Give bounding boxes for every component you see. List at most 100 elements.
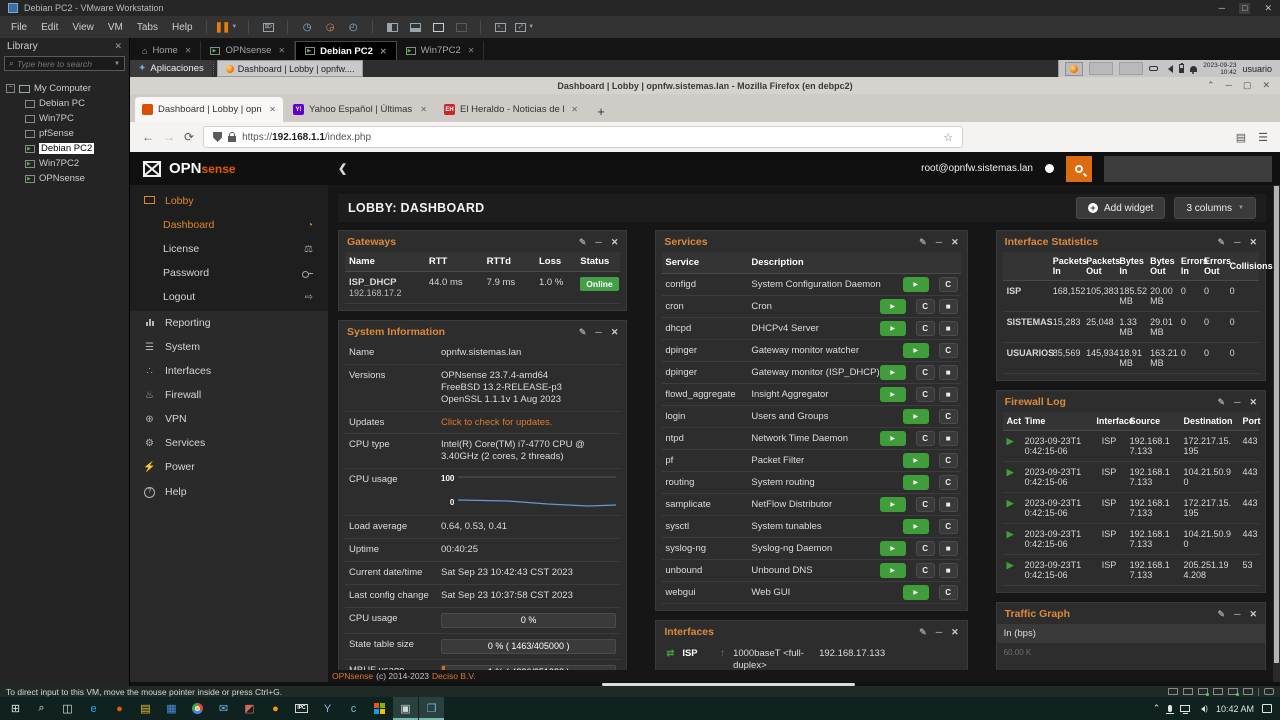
network2-icon[interactable] [1213, 688, 1223, 695]
browser-tab-heraldo[interactable]: EH El Heraldo - Noticias de Hon✕ [437, 97, 585, 122]
maximize-icon[interactable]: □ [1239, 2, 1251, 14]
close-icon[interactable]: ✕ [1249, 609, 1257, 620]
vm-tab-win7pc2[interactable]: Win7PC2✕ [397, 41, 485, 60]
search-button[interactable] [1066, 155, 1092, 182]
library-vm-item[interactable]: OPNsense [5, 171, 124, 186]
browser-tab-opnsense[interactable]: Dashboard | Lobby | opnfw.s✕ [135, 97, 283, 122]
service-running-button[interactable]: ▶ [879, 563, 906, 578]
taskbar-app-vm-window[interactable]: ❐ [419, 697, 444, 720]
service-restart-button[interactable]: C [915, 387, 935, 402]
removable-media-icon[interactable] [1149, 66, 1159, 71]
taskbar-app-photos[interactable]: ◩ [237, 697, 262, 720]
back-icon[interactable]: ← [142, 130, 154, 144]
sidebar-collapse-icon[interactable]: ❮ [338, 162, 347, 175]
menu-hamburger-icon[interactable]: ☰ [1258, 131, 1268, 144]
service-stop-button[interactable]: ■ [938, 321, 958, 336]
display-icon[interactable] [1168, 688, 1178, 695]
url-input[interactable]: https://192.168.1.1/index.php ☆ [203, 126, 964, 148]
service-running-button[interactable]: ▶ [879, 321, 906, 336]
sidebar-item-system[interactable]: ☰ System [130, 335, 328, 359]
window-list-button[interactable]: Dashboard | Lobby | opnfw.... [216, 60, 364, 77]
menu-file[interactable]: File [4, 20, 34, 35]
vm-tab-debian-pc2[interactable]: Debian PC2✕ [295, 41, 397, 60]
edit-icon[interactable]: ✎ [919, 237, 927, 248]
guest-clock[interactable]: 2023-09-23 10:42 [1203, 62, 1236, 76]
snapshot-take-button[interactable]: ◷ [297, 19, 317, 35]
snapshot-revert-button[interactable]: ◶ [320, 19, 340, 35]
stretch-button[interactable]: ⤢ ▼ [513, 19, 536, 35]
taskbar-app-search[interactable]: ⌕ [29, 697, 54, 720]
service-restart-button[interactable]: C [915, 365, 935, 380]
close-icon[interactable]: ✕ [1249, 397, 1257, 408]
sidebar-item-firewall[interactable]: ♨ Firewall [130, 383, 328, 407]
sidebar-item-license[interactable]: License ⚖ [130, 237, 328, 261]
minimize-icon[interactable]: ─ [936, 237, 942, 247]
cdrom-icon[interactable] [1183, 688, 1193, 695]
panel-applet[interactable] [1119, 62, 1144, 75]
pass-icon[interactable]: ▶ [1007, 529, 1014, 539]
service-stop-button[interactable]: ■ [938, 299, 958, 314]
browser-tab-yahoo[interactable]: Y! Yahoo Español | Últimas not✕ [286, 97, 434, 122]
service-running-button[interactable]: ▶ [879, 365, 906, 380]
service-restart-button[interactable]: C [915, 431, 935, 446]
sidebar-item-lobby[interactable]: Lobby [130, 189, 328, 213]
scrollbar-thumb[interactable] [601, 682, 855, 686]
panel-applet[interactable] [1089, 62, 1114, 75]
library-vm-item[interactable]: Debian PC2 [5, 141, 124, 156]
pass-icon[interactable]: ▶ [1007, 498, 1014, 508]
minimize-icon[interactable]: ─ [936, 627, 942, 637]
console-button[interactable]: >_ [490, 19, 510, 35]
taskbar-app-office[interactable] [367, 697, 392, 720]
library-vm-item[interactable]: pfSense [5, 126, 124, 141]
service-running-button[interactable]: ▶ [902, 475, 929, 490]
menu-vm[interactable]: VM [101, 20, 130, 35]
service-stop-button[interactable]: ■ [938, 541, 958, 556]
close-tab-icon[interactable]: ✕ [278, 46, 285, 55]
firefox-tray-icon[interactable] [1065, 61, 1084, 76]
service-stop-button[interactable]: ■ [938, 497, 958, 512]
menu-tabs[interactable]: Tabs [130, 20, 165, 35]
service-restart-button[interactable]: C [915, 541, 935, 556]
minimize-icon[interactable]: ─ [1234, 237, 1240, 247]
service-running-button[interactable]: ▶ [879, 497, 906, 512]
service-running-button[interactable]: ▶ [879, 299, 906, 314]
check-updates-link[interactable]: Click to check for updates. [441, 417, 552, 428]
fullscreen-button[interactable] [428, 19, 448, 35]
logged-in-user[interactable]: root@opnfw.sistemas.lan [921, 163, 1033, 174]
volume-icon[interactable] [1164, 64, 1174, 73]
close-icon[interactable]: ✕ [1249, 237, 1257, 248]
service-stop-button[interactable]: ■ [938, 365, 958, 380]
menu-help[interactable]: Help [165, 20, 200, 35]
message-icon[interactable] [1264, 688, 1274, 695]
service-stop-button[interactable]: ■ [938, 563, 958, 578]
sidebar-item-services[interactable]: ⚙ Services [130, 431, 328, 455]
service-running-button[interactable]: ▶ [902, 343, 929, 358]
pause-button[interactable]: ❚❚ ▼ [213, 19, 240, 35]
pass-icon[interactable]: ▶ [1007, 436, 1014, 446]
maximize-icon[interactable]: ▢ [1243, 80, 1252, 91]
lock-icon[interactable] [228, 131, 237, 142]
tracking-shield-icon[interactable] [213, 132, 223, 142]
service-restart-button[interactable]: C [915, 321, 935, 336]
add-widget-button[interactable]: + Add widget [1075, 197, 1166, 219]
taskbar-clock[interactable]: 10:42 AM [1216, 704, 1254, 714]
service-running-button[interactable]: ▶ [879, 387, 906, 402]
network-icon[interactable] [1198, 688, 1209, 696]
service-restart-button[interactable]: C [938, 519, 958, 534]
service-restart-button[interactable]: C [938, 453, 958, 468]
service-restart-button[interactable]: C [915, 299, 935, 314]
vm-tab-home[interactable]: ⌂ Home ✕ [133, 41, 202, 60]
service-running-button[interactable]: ▶ [902, 409, 929, 424]
service-stop-button[interactable]: ■ [938, 387, 958, 402]
edit-icon[interactable]: ✎ [919, 627, 927, 638]
usb-icon[interactable] [1243, 688, 1253, 695]
reload-icon[interactable]: ⟳ [184, 130, 194, 144]
network-icon[interactable] [1180, 705, 1191, 714]
library-icon[interactable]: ▤ [1236, 131, 1246, 144]
minimize-icon[interactable]: ─ [1219, 3, 1225, 14]
horizontal-scrollbar[interactable] [130, 682, 1280, 686]
taskbar-app-app-c[interactable]: c [341, 697, 366, 720]
close-tab-icon[interactable]: ✕ [468, 46, 475, 55]
minimize-icon[interactable]: ─ [595, 327, 601, 337]
sidebar-item-help[interactable]: ? Help [130, 479, 328, 504]
